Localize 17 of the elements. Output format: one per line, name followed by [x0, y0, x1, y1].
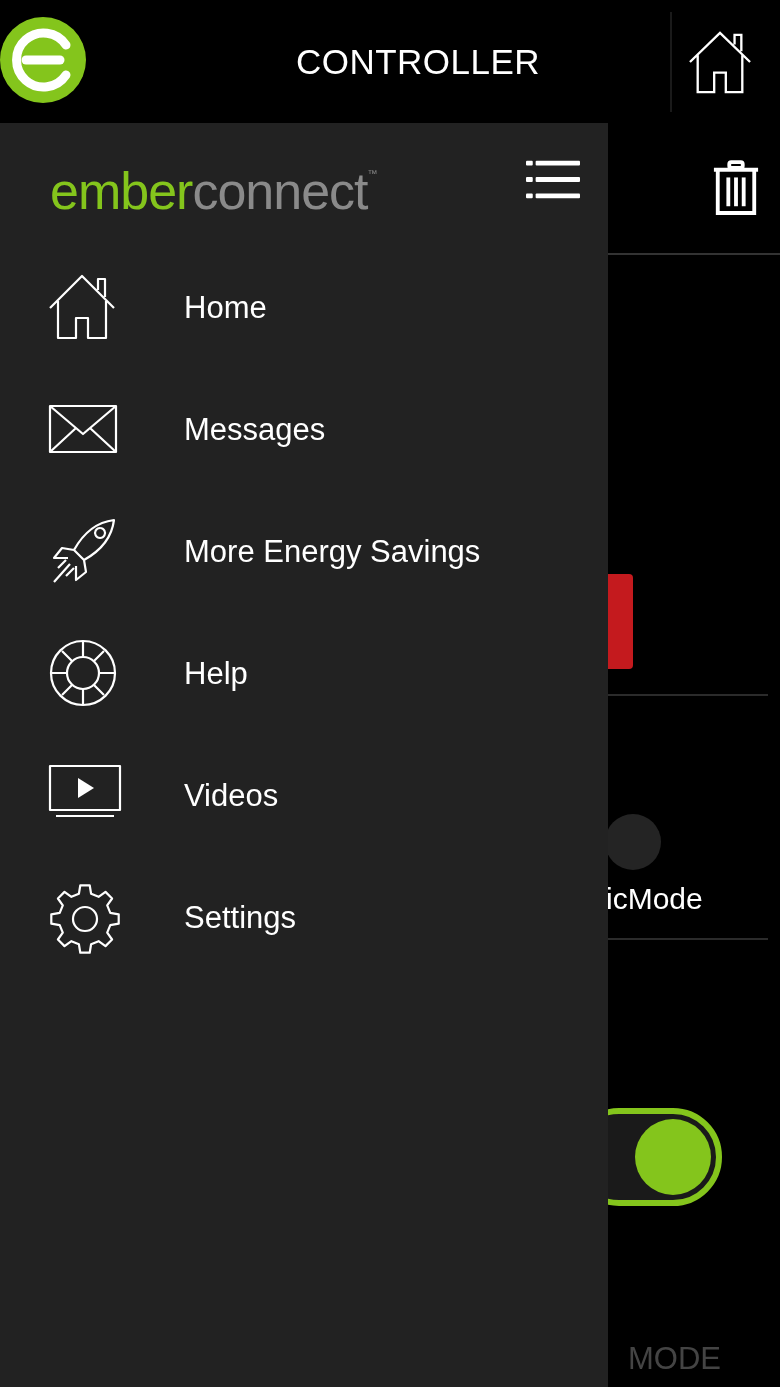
menu-item[interactable]: More Energy Savings [0, 491, 608, 613]
menu-item[interactable]: Messages [0, 369, 608, 491]
radio-button[interactable] [608, 814, 661, 870]
gear-icon [48, 882, 122, 954]
trash-icon[interactable] [712, 160, 760, 216]
menu-item[interactable]: Videos [0, 735, 608, 857]
logo-icon[interactable] [0, 16, 86, 103]
menu-item[interactable]: Help [0, 613, 608, 735]
house-icon[interactable] [688, 29, 752, 94]
mode-label: MODE [628, 1341, 722, 1377]
menu-item[interactable]: Settings [0, 857, 608, 979]
mode-label: icMode [608, 882, 704, 916]
screen-title: CONTROLLER [294, 41, 542, 82]
brand-logo: emberconnect$^{™}$ [50, 165, 377, 217]
menu-item[interactable]: Home [0, 247, 608, 369]
toggle-switch[interactable] [608, 1108, 722, 1206]
menu-icon[interactable] [526, 160, 580, 200]
